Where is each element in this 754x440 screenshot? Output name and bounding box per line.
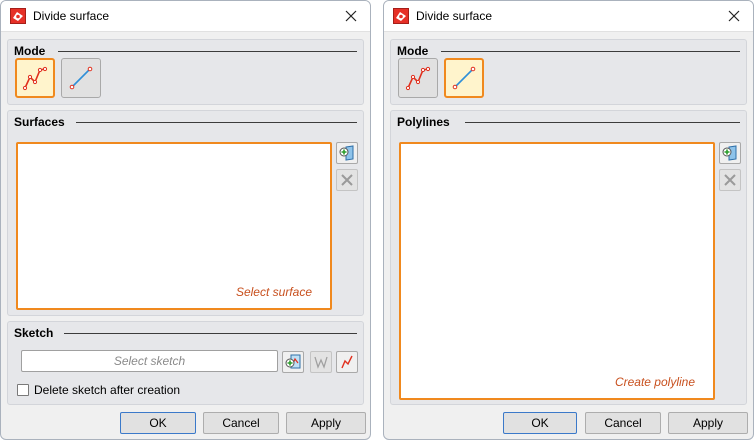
section-title-polylines: Polylines bbox=[397, 115, 450, 129]
sketch-tool-icon bbox=[314, 356, 328, 369]
close-icon bbox=[345, 10, 357, 22]
section-title-mode: Mode bbox=[397, 44, 429, 58]
section-divider bbox=[58, 51, 357, 52]
remove-surface-button[interactable] bbox=[336, 169, 358, 191]
sketch-section: Sketch Select sketch Delete sketch after… bbox=[7, 321, 364, 405]
mode-section: Mode bbox=[7, 39, 364, 105]
cancel-button[interactable]: Cancel bbox=[585, 412, 661, 434]
remove-icon bbox=[341, 174, 353, 186]
section-title-surfaces: Surfaces bbox=[14, 115, 65, 129]
title-bar[interactable]: Divide surface bbox=[384, 1, 753, 32]
select-surface-hint: Select surface bbox=[235, 285, 312, 299]
section-title-sketch: Sketch bbox=[14, 326, 54, 340]
polyline-tool-icon bbox=[341, 355, 353, 369]
divide-surface-dialog-right: Divide surface Mode Polylines Create pol… bbox=[383, 0, 754, 440]
delete-sketch-checkbox[interactable] bbox=[17, 384, 29, 396]
surfaces-list[interactable]: Select surface bbox=[16, 142, 332, 310]
ok-button[interactable]: OK bbox=[120, 412, 196, 434]
window-title: Divide surface bbox=[416, 9, 493, 23]
select-sketch-button[interactable] bbox=[282, 351, 304, 373]
ok-button[interactable]: OK bbox=[503, 412, 577, 434]
remove-icon bbox=[724, 174, 736, 186]
mode-section: Mode bbox=[390, 39, 747, 105]
polyline-surface-icon bbox=[22, 66, 48, 91]
add-selection-icon bbox=[722, 145, 737, 161]
polyline-tool-button[interactable] bbox=[336, 351, 358, 373]
select-sketch-icon bbox=[285, 354, 301, 369]
delete-sketch-checkbox-row[interactable]: Delete sketch after creation bbox=[17, 382, 180, 398]
window-title: Divide surface bbox=[33, 9, 110, 23]
divide-surface-dialog-left: Divide surface Mode Surfaces Select surf… bbox=[0, 0, 371, 440]
line-segment-icon bbox=[452, 66, 476, 90]
line-segment-icon bbox=[69, 66, 93, 90]
delete-sketch-label: Delete sketch after creation bbox=[34, 383, 181, 397]
polylines-list[interactable]: Create polyline bbox=[399, 142, 715, 400]
sketch-tool-button[interactable] bbox=[310, 351, 332, 373]
polyline-surface-icon bbox=[405, 66, 431, 91]
close-button[interactable] bbox=[338, 5, 364, 27]
mode-surface-button[interactable] bbox=[398, 58, 438, 98]
polylines-section: Polylines Create polyline bbox=[390, 110, 747, 405]
close-button[interactable] bbox=[721, 5, 747, 27]
mode-polyline-button[interactable] bbox=[61, 58, 101, 98]
cancel-button[interactable]: Cancel bbox=[203, 412, 279, 434]
section-divider bbox=[465, 122, 740, 123]
create-polyline-hint: Create polyline bbox=[614, 375, 695, 389]
sketch-input[interactable]: Select sketch bbox=[21, 350, 278, 372]
section-divider bbox=[441, 51, 740, 52]
close-icon bbox=[728, 10, 740, 22]
section-divider bbox=[64, 333, 357, 334]
add-polyline-button[interactable] bbox=[719, 142, 741, 164]
add-selection-icon bbox=[339, 145, 354, 161]
section-divider bbox=[76, 122, 357, 123]
add-surface-button[interactable] bbox=[336, 142, 358, 164]
surfaces-section: Surfaces Select surface bbox=[7, 110, 364, 316]
mode-surface-button[interactable] bbox=[15, 58, 55, 98]
title-bar[interactable]: Divide surface bbox=[1, 1, 370, 32]
section-title-mode: Mode bbox=[14, 44, 46, 58]
mode-polyline-button[interactable] bbox=[444, 58, 484, 98]
remove-polyline-button[interactable] bbox=[719, 169, 741, 191]
hicad-app-icon bbox=[393, 8, 409, 24]
apply-button[interactable]: Apply bbox=[286, 412, 366, 434]
apply-button[interactable]: Apply bbox=[668, 412, 748, 434]
hicad-app-icon bbox=[10, 8, 26, 24]
